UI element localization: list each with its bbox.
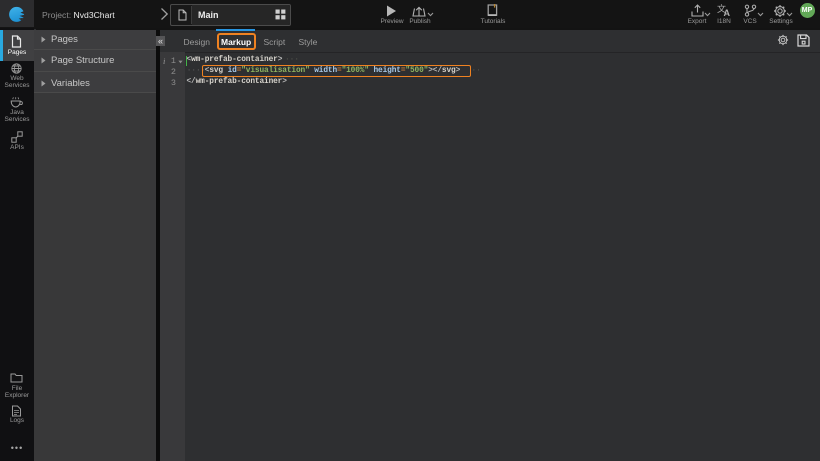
svg-text:A: A [724,8,731,17]
